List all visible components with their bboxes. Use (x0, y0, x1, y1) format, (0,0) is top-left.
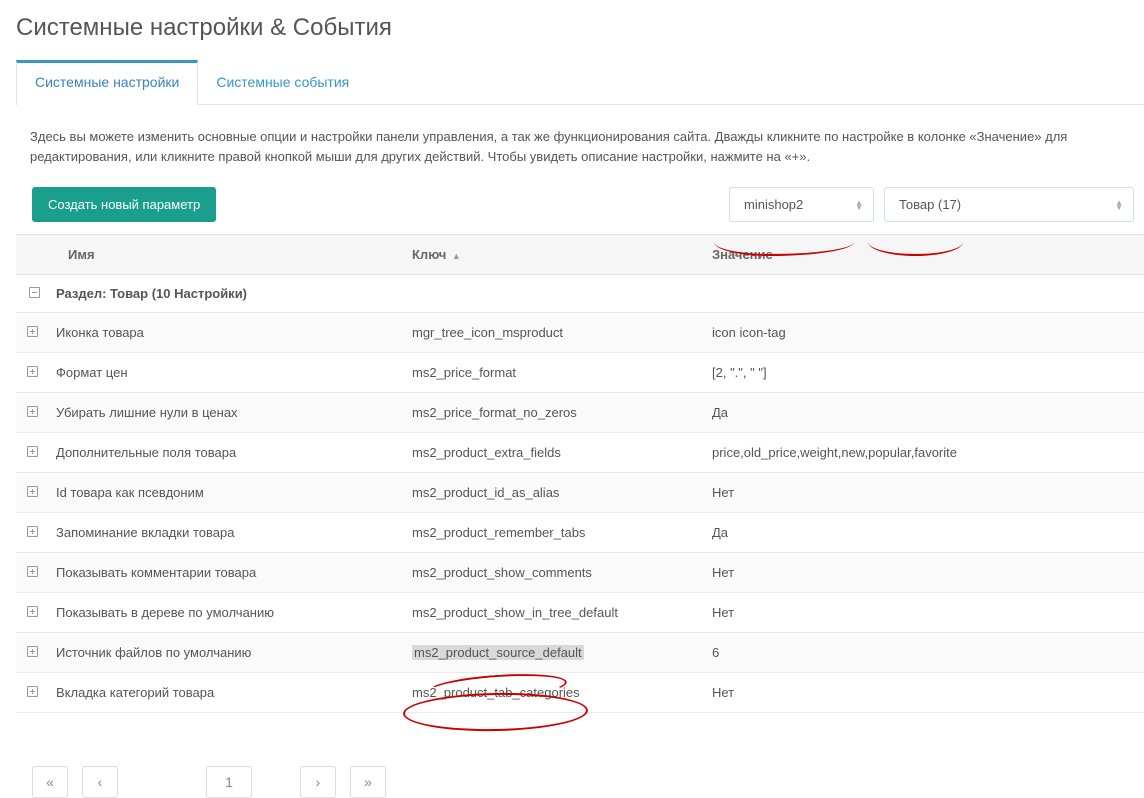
col-expand (16, 235, 48, 275)
row-expand-icon[interactable] (16, 513, 48, 553)
setting-key-cell[interactable]: ms2_product_show_comments (404, 553, 704, 593)
setting-key-cell[interactable]: ms2_price_format (404, 353, 704, 393)
setting-name-cell[interactable]: Запоминание вкладки товара (48, 513, 404, 553)
pager-first-button[interactable]: « (32, 766, 68, 798)
toolbar: Создать новый параметр minishop2 ▲▼ Това… (16, 177, 1144, 234)
setting-name-cell[interactable]: Показывать в дереве по умолчанию (48, 593, 404, 633)
namespace-select[interactable]: minishop2 ▲▼ (729, 187, 874, 222)
row-expand-icon[interactable] (16, 353, 48, 393)
setting-name-cell[interactable]: Вкладка категорий товара (48, 673, 404, 713)
pager-page-input[interactable]: 1 (206, 766, 252, 798)
setting-value-cell[interactable]: Нет (704, 553, 1144, 593)
setting-key-cell[interactable]: ms2_product_remember_tabs (404, 513, 704, 553)
row-expand-icon[interactable] (16, 313, 48, 353)
setting-key-cell[interactable]: ms2_product_extra_fields (404, 433, 704, 473)
namespace-value: minishop2 (744, 197, 803, 212)
row-expand-icon[interactable] (16, 673, 48, 713)
setting-value-cell[interactable]: icon icon-tag (704, 313, 1144, 353)
col-key[interactable]: Ключ ▲ (404, 235, 704, 275)
pager-next-button[interactable]: › (300, 766, 336, 798)
select-arrows-icon: ▲▼ (855, 200, 863, 210)
setting-value-cell[interactable]: Да (704, 393, 1144, 433)
setting-key-cell[interactable]: ms2_product_tab_categories (404, 673, 704, 713)
pager-prev-button[interactable]: ‹ (82, 766, 118, 798)
sort-asc-icon: ▲ (449, 251, 460, 261)
setting-value-cell[interactable]: price,old_price,weight,new,popular,favor… (704, 433, 1144, 473)
row-expand-icon[interactable] (16, 593, 48, 633)
setting-name-cell[interactable]: Убирать лишние нули в ценах (48, 393, 404, 433)
col-name[interactable]: Имя (48, 235, 404, 275)
group-collapse-icon[interactable] (16, 275, 48, 313)
setting-value-cell[interactable]: [2, ".", " "] (704, 353, 1144, 393)
row-expand-icon[interactable] (16, 433, 48, 473)
setting-name-cell[interactable]: Дополнительные поля товара (48, 433, 404, 473)
setting-name-cell[interactable]: Иконка товара (48, 313, 404, 353)
row-expand-icon[interactable] (16, 393, 48, 433)
group-header[interactable]: Раздел: Товар (10 Настройки) (48, 275, 1144, 313)
setting-value-cell[interactable]: Нет (704, 593, 1144, 633)
description-text: Здесь вы можете изменить основные опции … (16, 105, 1144, 177)
setting-name-cell[interactable]: Id товара как псевдоним (48, 473, 404, 513)
setting-key-cell[interactable]: ms2_product_id_as_alias (404, 473, 704, 513)
row-expand-icon[interactable] (16, 633, 48, 673)
pager: « ‹ 1 › » (32, 766, 386, 798)
select-arrows-icon: ▲▼ (1115, 200, 1123, 210)
setting-name-cell[interactable]: Формат цен (48, 353, 404, 393)
setting-value-cell[interactable]: Нет (704, 473, 1144, 513)
setting-key-cell[interactable]: ms2_price_format_no_zeros (404, 393, 704, 433)
setting-value-cell[interactable]: Да (704, 513, 1144, 553)
tabs-bar: Системные настройки Системные события (16, 60, 1144, 105)
area-value: Товар (17) (899, 197, 961, 212)
setting-value-cell[interactable]: 6 (704, 633, 1144, 673)
setting-name-cell[interactable]: Показывать комментарии товара (48, 553, 404, 593)
setting-name-cell[interactable]: Источник файлов по умолчанию (48, 633, 404, 673)
row-expand-icon[interactable] (16, 553, 48, 593)
row-expand-icon[interactable] (16, 473, 48, 513)
pager-last-button[interactable]: » (350, 766, 386, 798)
setting-key-cell[interactable]: ms2_product_show_in_tree_default (404, 593, 704, 633)
settings-table: Имя Ключ ▲ Значение Раздел: Товар (10 На… (16, 234, 1144, 713)
setting-key-cell[interactable]: mgr_tree_icon_msproduct (404, 313, 704, 353)
area-select[interactable]: Товар (17) ▲▼ (884, 187, 1134, 222)
tab-system-events[interactable]: Системные события (198, 60, 367, 104)
setting-key-cell[interactable]: ms2_product_source_default (404, 633, 704, 673)
tab-system-settings[interactable]: Системные настройки (16, 60, 198, 105)
page-title: Системные настройки & События (16, 14, 1144, 42)
create-setting-button[interactable]: Создать новый параметр (32, 187, 216, 222)
setting-value-cell[interactable]: Нет (704, 673, 1144, 713)
